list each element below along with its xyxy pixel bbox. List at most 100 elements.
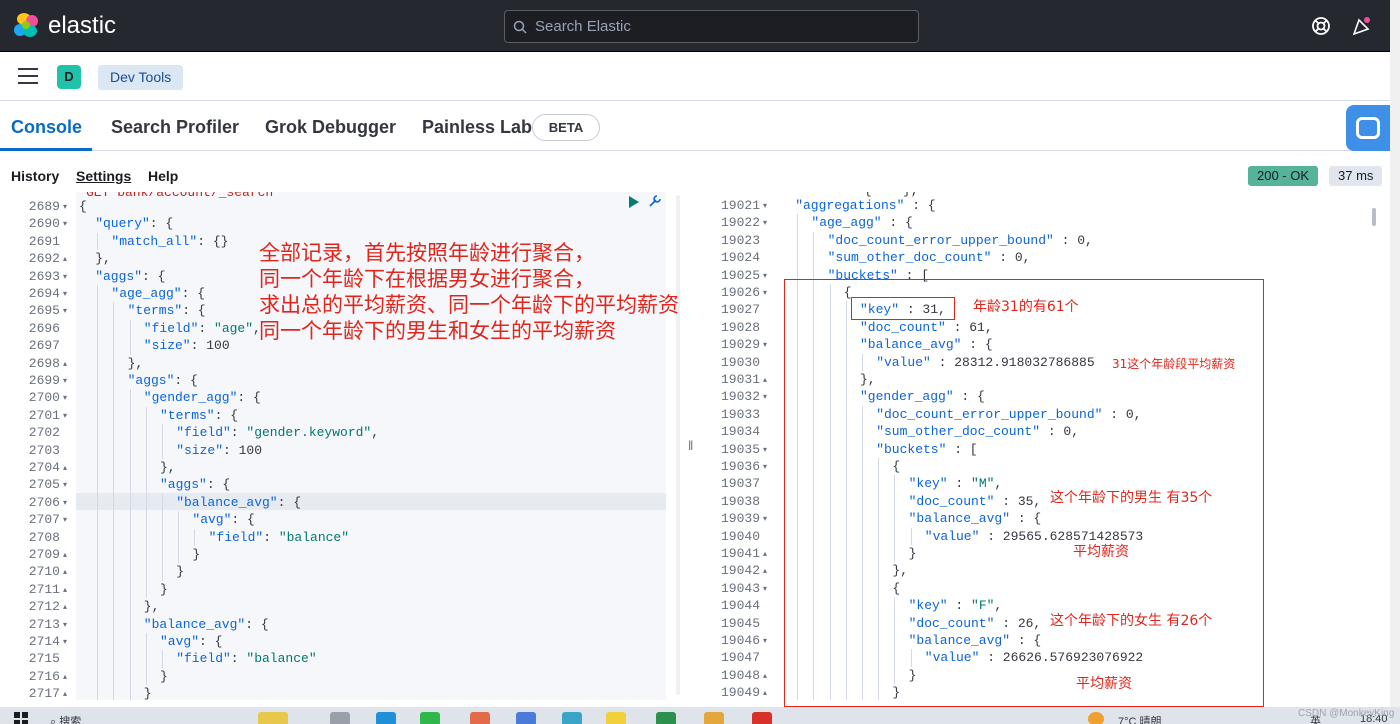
fold-close-icon[interactable]: ▴ bbox=[763, 549, 767, 558]
indent-guide bbox=[194, 528, 196, 546]
taskbar-app-icon[interactable] bbox=[704, 712, 724, 724]
fold-close-icon[interactable]: ▴ bbox=[763, 688, 767, 697]
fold-open-icon[interactable]: ▾ bbox=[763, 271, 767, 280]
taskbar-weather[interactable]: 7°C 晴朗 bbox=[1118, 713, 1162, 724]
breadcrumb-dev-tools[interactable]: Dev Tools bbox=[98, 65, 184, 90]
indent-guide bbox=[113, 667, 115, 686]
resize-handle[interactable]: ‖ bbox=[688, 438, 693, 453]
fold-open-icon[interactable]: ▾ bbox=[763, 514, 767, 523]
fold-open-icon[interactable]: ▾ bbox=[63, 480, 67, 489]
os-taskbar: ⌕ 搜索 7°C 晴朗 英 18:40 bbox=[0, 707, 1400, 724]
brand-name: elastic bbox=[48, 12, 117, 39]
line-number: 19036 bbox=[720, 459, 760, 474]
news-feed-icon[interactable] bbox=[1351, 15, 1373, 37]
fold-close-icon[interactable]: ▴ bbox=[63, 359, 67, 368]
fold-close-icon[interactable]: ▴ bbox=[63, 602, 67, 611]
hamburger-menu-icon[interactable] bbox=[18, 68, 38, 84]
fold-close-icon[interactable]: ▴ bbox=[763, 375, 767, 384]
indent-guide bbox=[145, 493, 147, 512]
fold-open-icon[interactable]: ▾ bbox=[763, 392, 767, 401]
tab-painless-lab[interactable]: Painless Lab bbox=[422, 117, 532, 138]
space-avatar[interactable]: D bbox=[57, 65, 81, 89]
fold-open-icon[interactable]: ▾ bbox=[763, 218, 767, 227]
taskbar-app-icon[interactable] bbox=[420, 712, 440, 724]
fold-open-icon[interactable]: ▾ bbox=[63, 498, 67, 507]
windows-start-icon[interactable] bbox=[14, 712, 28, 724]
fold-open-icon[interactable]: ▾ bbox=[63, 306, 67, 315]
taskbar-search-label: 搜索 bbox=[59, 716, 82, 724]
fold-open-icon[interactable]: ▾ bbox=[763, 340, 767, 349]
window-scrollbar[interactable] bbox=[1390, 0, 1400, 707]
help-lifebuoy-icon[interactable] bbox=[1310, 15, 1332, 37]
indent-guide bbox=[97, 406, 99, 425]
taskbar-app-icon[interactable] bbox=[562, 712, 582, 724]
fold-open-icon[interactable]: ▾ bbox=[63, 393, 67, 402]
global-search[interactable] bbox=[504, 10, 919, 43]
fold-open-icon[interactable]: ▾ bbox=[763, 584, 767, 593]
history-link[interactable]: History bbox=[11, 168, 59, 184]
taskbar-app-icon[interactable] bbox=[470, 712, 490, 724]
taskbar-app-icon[interactable] bbox=[752, 712, 772, 724]
indent-guide bbox=[113, 615, 115, 633]
code-line: "balance_avg": { bbox=[143, 616, 269, 632]
indent-guide bbox=[145, 633, 147, 651]
tab-search-profiler[interactable]: Search Profiler bbox=[111, 117, 239, 138]
taskbar-app-icon[interactable] bbox=[330, 712, 350, 724]
fold-open-icon[interactable]: ▾ bbox=[763, 445, 767, 454]
floating-help-button[interactable] bbox=[1346, 105, 1390, 151]
taskbar-app-icon[interactable] bbox=[258, 712, 288, 724]
line-number: 19047 bbox=[720, 650, 760, 666]
line-number: 19040 bbox=[720, 528, 760, 544]
code-line: "query": { bbox=[95, 216, 174, 232]
run-request-icon[interactable] bbox=[628, 195, 640, 209]
fold-open-icon[interactable]: ▾ bbox=[63, 289, 67, 298]
taskbar-app-icon[interactable] bbox=[606, 712, 626, 724]
fold-open-icon[interactable]: ▾ bbox=[63, 620, 67, 629]
elastic-logo-icon bbox=[14, 13, 40, 39]
fold-close-icon[interactable]: ▴ bbox=[63, 254, 67, 263]
taskbar-app-icon[interactable] bbox=[376, 712, 396, 724]
fold-open-icon[interactable]: ▾ bbox=[63, 411, 67, 420]
elastic-logo[interactable]: elastic bbox=[14, 12, 116, 40]
tab-console[interactable]: Console bbox=[11, 117, 82, 138]
annotation-line: 同一个年龄下在根据男女进行聚合， bbox=[259, 267, 595, 291]
code-line: "aggregations" : { bbox=[795, 198, 936, 213]
fold-open-icon[interactable]: ▾ bbox=[63, 637, 67, 646]
wrench-icon[interactable] bbox=[647, 193, 663, 209]
fold-open-icon[interactable]: ▾ bbox=[63, 376, 67, 385]
line-number: 19038 bbox=[720, 493, 760, 509]
fold-close-icon[interactable]: ▴ bbox=[63, 567, 67, 576]
fold-close-icon[interactable]: ▴ bbox=[63, 585, 67, 594]
line-number: 19041 bbox=[720, 546, 760, 561]
taskbar-search[interactable]: ⌕ 搜索 bbox=[50, 713, 81, 724]
fold-close-icon[interactable]: ▴ bbox=[63, 463, 67, 472]
fold-close-icon[interactable]: ▴ bbox=[63, 550, 67, 559]
help-link[interactable]: Help bbox=[148, 168, 178, 184]
response-scrollbar[interactable] bbox=[1372, 208, 1376, 226]
fold-close-icon[interactable]: ▴ bbox=[63, 672, 67, 681]
fold-open-icon[interactable]: ▾ bbox=[63, 219, 67, 228]
fold-close-icon[interactable]: ▴ bbox=[763, 566, 767, 575]
indent-guide bbox=[162, 511, 163, 529]
taskbar-app-icon[interactable] bbox=[516, 712, 536, 724]
fold-open-icon[interactable]: ▾ bbox=[763, 636, 767, 645]
fold-close-icon[interactable]: ▴ bbox=[63, 689, 67, 698]
indent-guide bbox=[113, 389, 115, 407]
indent-guide bbox=[97, 285, 99, 303]
indent-guide bbox=[97, 337, 99, 355]
tab-grok-debugger[interactable]: Grok Debugger bbox=[265, 117, 396, 138]
fold-close-icon[interactable]: ▴ bbox=[763, 671, 767, 680]
fold-open-icon[interactable]: ▾ bbox=[763, 201, 767, 210]
weather-icon[interactable] bbox=[1088, 712, 1104, 724]
fold-open-icon[interactable]: ▾ bbox=[63, 202, 67, 211]
taskbar-app-icon[interactable] bbox=[656, 712, 676, 724]
fold-open-icon[interactable]: ▾ bbox=[763, 288, 767, 297]
fold-open-icon[interactable]: ▾ bbox=[63, 272, 67, 281]
line-number: 2692 bbox=[28, 251, 60, 267]
line-number: 19033 bbox=[720, 406, 760, 422]
search-input[interactable] bbox=[535, 18, 895, 35]
indent-guide bbox=[145, 441, 147, 459]
fold-open-icon[interactable]: ▾ bbox=[63, 515, 67, 524]
settings-link[interactable]: Settings bbox=[76, 168, 131, 184]
fold-open-icon[interactable]: ▾ bbox=[763, 462, 767, 471]
